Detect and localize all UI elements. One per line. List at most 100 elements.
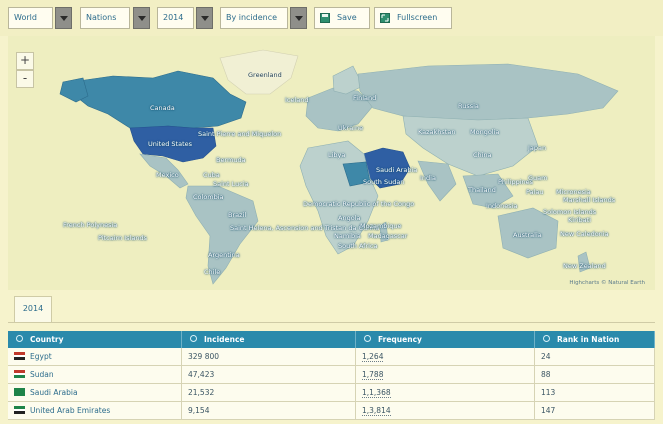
incidence-cell: 329 800 [181, 348, 356, 366]
column-header-frequency[interactable]: Frequency [355, 331, 535, 348]
flag-icon [14, 352, 25, 360]
map-canvas[interactable] [8, 36, 655, 290]
map-label: South Sudan [363, 178, 405, 186]
map-label: Argentina [208, 251, 240, 259]
frequency-value[interactable]: 1,788 [362, 370, 384, 380]
country-cell[interactable]: Sudan [8, 365, 182, 384]
map-label: Japan [528, 144, 547, 152]
map-label: Bermuda [216, 156, 246, 164]
rank-cell: 88 [534, 365, 655, 384]
incidence-cell: 21,532 [181, 383, 356, 402]
country-name: Sudan [30, 370, 54, 379]
map-label: French Polynesia [63, 221, 118, 229]
table-row[interactable]: Egypt 329 800 1,264 24 [8, 348, 655, 366]
country-name: United Arab Emirates [30, 406, 111, 415]
map-label: Angola [338, 214, 361, 222]
flag-icon [14, 388, 25, 396]
frequency-cell: 1,264 [355, 348, 535, 366]
table-row[interactable]: Saudi Arabia 21,532 1,1,368 113 [8, 383, 655, 402]
zoom-in-button[interactable]: + [16, 52, 34, 70]
frequency-cell: 1,1,368 [355, 383, 535, 402]
save-icon [320, 13, 330, 23]
column-header-label: Country [30, 335, 64, 344]
column-header-label: Incidence [204, 335, 245, 344]
results-table: Country Incidence Frequency Rank in Nati… [8, 331, 655, 420]
map-label: Democratic Republic of the Congo [303, 200, 415, 208]
column-header-rank[interactable]: Rank in Nation [534, 331, 655, 348]
frequency-value[interactable]: 1,264 [362, 352, 384, 362]
table-header-row: Country Incidence Frequency Rank in Nati… [8, 331, 655, 348]
region-dropdown-button[interactable] [55, 7, 72, 29]
country-name: Saudi Arabia [30, 388, 78, 397]
map-label: Ukraine [338, 124, 364, 132]
year-select[interactable]: 2014 [157, 7, 194, 29]
map-label: Saint Lucia [213, 180, 249, 188]
frequency-value[interactable]: 1,1,368 [362, 388, 391, 398]
save-button[interactable]: Save [314, 7, 370, 29]
country-name: Egypt [30, 352, 52, 361]
map-label: India [420, 174, 436, 182]
map-label: Palau [526, 188, 544, 196]
world-map[interactable]: + - Greenland Iceland Finland Russia Can… [8, 36, 655, 290]
sort-icon [543, 335, 550, 342]
map-label: Mozambique [360, 222, 402, 230]
level-dropdown-button[interactable] [133, 7, 150, 29]
map-label: New Caledonia [560, 230, 609, 238]
map-label: Namibia [334, 232, 361, 240]
map-label: New Zealand [563, 262, 606, 270]
map-label: Iceland [285, 96, 309, 104]
frequency-cell: 1,788 [355, 365, 535, 384]
incidence-cell: 47,423 [181, 365, 356, 384]
region-alaska [59, 77, 89, 103]
country-cell[interactable]: United Arab Emirates [8, 401, 182, 420]
sort-icon [364, 335, 371, 342]
map-label: Russia [458, 102, 479, 110]
save-label: Save [337, 13, 357, 22]
map-label: Mexico [156, 171, 179, 179]
map-label: China [473, 151, 492, 159]
table-row[interactable]: Sudan 47,423 1,788 88 [8, 365, 655, 384]
column-header-label: Frequency [378, 335, 422, 344]
sort-dropdown-button[interactable] [290, 7, 307, 29]
country-cell[interactable]: Egypt [8, 348, 182, 366]
frequency-cell: 1,3,814 [355, 401, 535, 420]
rank-cell: 24 [534, 348, 655, 366]
map-label: Saudi Arabia [376, 166, 418, 174]
region-russia [357, 63, 619, 121]
toolbar: World Nations 2014 By incidence Save Ful… [0, 0, 663, 36]
map-label: Brazil [228, 211, 247, 219]
map-label: Canada [150, 104, 175, 112]
map-label: Indonesia [486, 202, 518, 210]
country-cell[interactable]: Saudi Arabia [8, 383, 182, 402]
rank-cell: 113 [534, 383, 655, 402]
fullscreen-button[interactable]: Fullscreen [374, 7, 452, 29]
map-label: Libya [328, 151, 346, 159]
sort-icon [16, 335, 23, 342]
zoom-out-button[interactable]: - [16, 70, 34, 88]
map-label: Finland [353, 94, 377, 102]
column-header-incidence[interactable]: Incidence [181, 331, 356, 348]
map-label: Thailand [468, 186, 496, 194]
level-select[interactable]: Nations [80, 7, 130, 29]
tab-2014[interactable]: 2014 [14, 296, 52, 322]
flag-icon [14, 406, 25, 414]
tab-bar: 2014 [8, 292, 655, 323]
map-label: Guam [528, 174, 548, 182]
region-select[interactable]: World [8, 7, 53, 29]
incidence-cell: 9,154 [181, 401, 356, 420]
map-attribution[interactable]: Highcharts © Natural Earth [569, 280, 645, 286]
rank-cell: 147 [534, 401, 655, 420]
map-label: Australia [513, 231, 542, 239]
sort-icon [190, 335, 197, 342]
sort-select[interactable]: By incidence [220, 7, 288, 29]
map-label: Kazakhstan [418, 128, 456, 136]
frequency-value[interactable]: 1,3,814 [362, 406, 391, 416]
year-dropdown-button[interactable] [196, 7, 213, 29]
map-label: Colombia [193, 193, 224, 201]
column-header-label: Rank in Nation [557, 335, 620, 344]
map-label: Madagascar [368, 232, 408, 240]
map-label: Greenland [248, 71, 282, 79]
map-label: Kiribati [568, 216, 592, 224]
column-header-country[interactable]: Country [8, 331, 182, 348]
table-row[interactable]: United Arab Emirates 9,154 1,3,814 147 [8, 401, 655, 420]
